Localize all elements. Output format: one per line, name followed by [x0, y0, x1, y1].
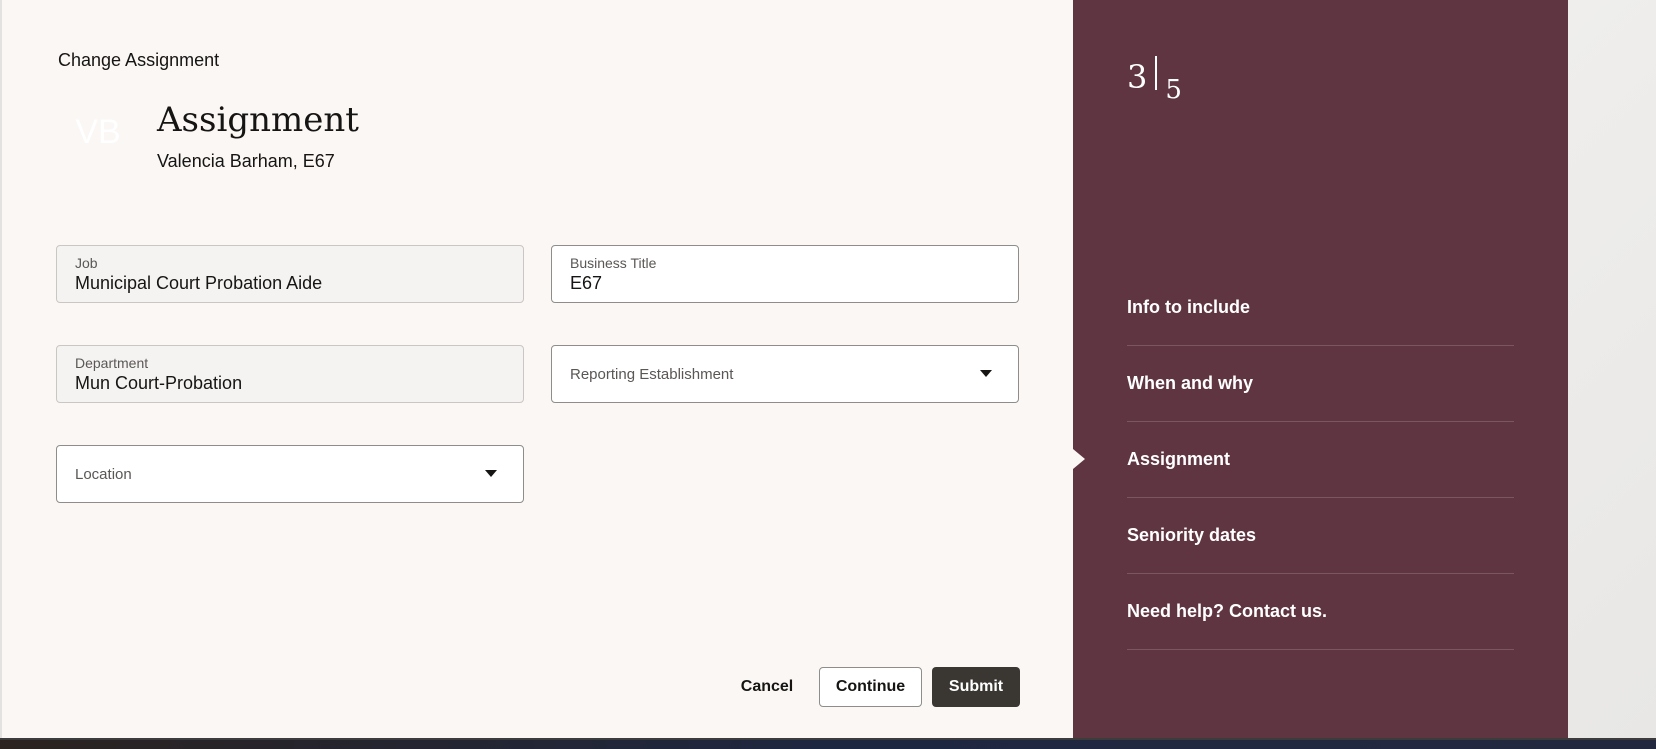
- location-placeholder: Location: [75, 466, 132, 483]
- chevron-down-icon[interactable]: [485, 470, 497, 477]
- nav-item-assignment[interactable]: Assignment: [1127, 422, 1514, 498]
- main-content: Change Assignment VB Assignment Valencia…: [0, 0, 1073, 738]
- department-value: Mun Court-Probation: [75, 373, 243, 393]
- person-subtitle: Valencia Barham, E67: [157, 151, 335, 171]
- step-divider: [1155, 56, 1158, 90]
- nav-item-seniority-dates[interactable]: Seniority dates: [1127, 498, 1514, 574]
- submit-button[interactable]: Submit: [932, 667, 1020, 707]
- business-title-label: Business Title: [570, 255, 657, 271]
- active-step-marker-icon: [1073, 449, 1085, 469]
- nav-item-info-to-include[interactable]: Info to include: [1127, 270, 1514, 346]
- chevron-down-icon[interactable]: [980, 370, 992, 377]
- taskbar: [0, 738, 1656, 749]
- page-breadcrumb: Change Assignment: [58, 50, 220, 70]
- location-select[interactable]: Location: [56, 445, 524, 503]
- step-nav: Info to include When and why Assignment …: [1127, 270, 1514, 650]
- nav-item-contact-help[interactable]: Need help? Contact us.: [1127, 574, 1514, 650]
- page-title: Assignment: [157, 100, 359, 140]
- continue-button[interactable]: Continue: [819, 667, 922, 707]
- department-label: Department: [75, 355, 149, 371]
- cancel-button[interactable]: Cancel: [732, 667, 802, 707]
- reporting-establishment-select[interactable]: Reporting Establishment: [551, 345, 1019, 403]
- reporting-establishment-placeholder: Reporting Establishment: [570, 366, 734, 383]
- avatar: VB: [75, 113, 121, 151]
- job-field[interactable]: Job Municipal Court Probation Aide: [56, 245, 524, 303]
- business-title-value: E67: [570, 273, 603, 293]
- business-title-field[interactable]: Business Title E67: [551, 245, 1019, 303]
- nav-item-when-and-why[interactable]: When and why: [1127, 346, 1514, 422]
- total-steps: 5: [1165, 75, 1182, 105]
- job-value: Municipal Court Probation Aide: [75, 273, 323, 293]
- department-field[interactable]: Department Mun Court-Probation: [56, 345, 524, 403]
- background-area: [1568, 0, 1656, 738]
- job-label: Job: [75, 255, 98, 271]
- current-step: 3: [1127, 58, 1148, 96]
- step-counter: 35: [1127, 56, 1182, 105]
- progress-panel: 35 Info to include When and why Assignme…: [1073, 0, 1568, 738]
